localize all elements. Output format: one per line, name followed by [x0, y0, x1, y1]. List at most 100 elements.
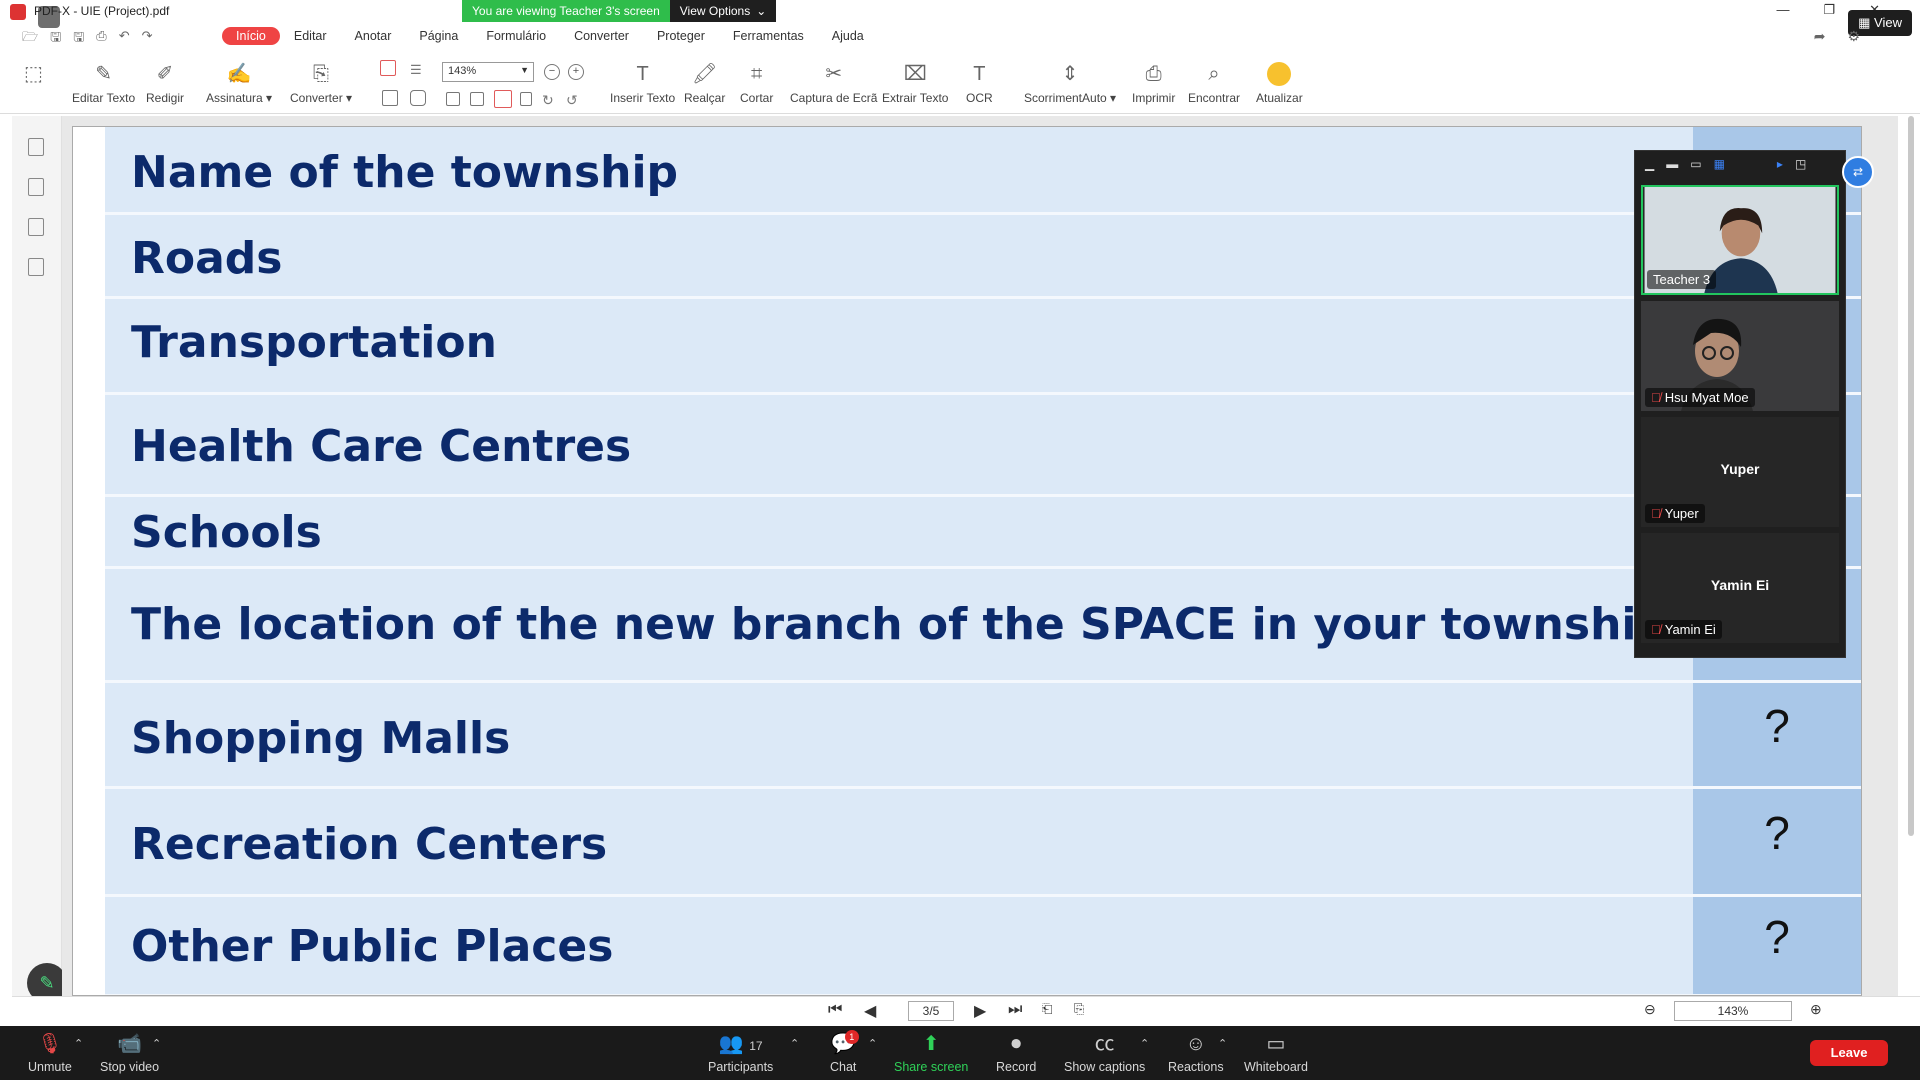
editar-texto-button[interactable]: ✎ Editar Texto	[72, 60, 135, 105]
redo-icon[interactable]: ↷	[142, 28, 153, 50]
print-icon[interactable]: ⎙	[96, 28, 106, 50]
captions-options-caret[interactable]: ⌃	[1140, 1032, 1149, 1056]
page-number-input[interactable]: 3/5	[908, 1001, 954, 1021]
zoom-in-icon[interactable]: ⊕	[1810, 1001, 1822, 1018]
menu-proteger[interactable]: Proteger	[643, 27, 719, 45]
menu-ajuda[interactable]: Ajuda	[818, 27, 878, 45]
atualizar-label: Atualizar	[1256, 91, 1303, 105]
share-screen-button[interactable]: ⬆ Share screen	[894, 1032, 968, 1074]
rotate-left-icon[interactable]: ↺	[566, 92, 582, 108]
fit-visible-icon[interactable]	[520, 92, 532, 106]
participants-options-caret[interactable]: ⌃	[790, 1032, 799, 1056]
bookmarks-icon[interactable]	[28, 138, 44, 156]
minimize-panel-icon[interactable]: ▁	[1645, 157, 1654, 171]
cortar-button[interactable]: ⌗ Cortar	[740, 60, 773, 105]
redigir-button[interactable]: ✐ Redigir	[146, 60, 184, 105]
two-page-icon[interactable]	[382, 90, 398, 106]
save-as-icon[interactable]: 🖫	[73, 28, 84, 50]
view-options-button[interactable]: View Options ⌄	[669, 0, 777, 22]
last-page-icon[interactable]: ⏭	[1008, 1001, 1022, 1019]
menu-inicio[interactable]: Início	[222, 27, 280, 45]
menu-converter[interactable]: Converter	[560, 27, 643, 45]
single-page-icon[interactable]	[380, 60, 396, 76]
ocr-button[interactable]: T OCR	[966, 60, 993, 105]
translate-icon[interactable]: ⇄	[1842, 156, 1874, 188]
redigir-label: Redigir	[146, 91, 185, 105]
inserir-texto-button[interactable]: T Inserir Texto	[610, 60, 675, 105]
record-button[interactable]: ⏺ Record	[996, 1032, 1036, 1074]
imprimir-button[interactable]: ⎙ Imprimir	[1132, 60, 1175, 105]
continuous-icon[interactable]: ☰	[410, 62, 426, 78]
unmute-button[interactable]: 🎙 Unmute	[28, 1032, 72, 1074]
atualizar-button[interactable]: Atualizar	[1256, 60, 1303, 105]
meeting-controls-bar: 🎙 Unmute ⌃ 📹 Stop video ⌃ 👥 17 Participants…	[0, 1026, 1920, 1080]
participant-tile[interactable]: Yuper 🎙̸ Yuper	[1641, 417, 1839, 527]
audio-options-caret[interactable]: ⌃	[74, 1032, 83, 1056]
whiteboard-button[interactable]: ▭ Whiteboard	[1244, 1032, 1308, 1074]
select-tool[interactable]: ⬚	[24, 60, 43, 88]
ribbon-right-icons: ➦ ⚙	[1814, 28, 1860, 45]
menu-editar[interactable]: Editar	[280, 27, 341, 45]
document-viewport: Name of the township Roads Transportatio…	[62, 116, 1898, 996]
participant-tile[interactable]: 🎙̸ Hsu Myat Moe	[1641, 301, 1839, 411]
next-view-icon[interactable]: ⎘	[1074, 1001, 1084, 1017]
converter-button[interactable]: ⎘ Converter ▾	[290, 60, 352, 105]
share-icon[interactable]: ➦	[1814, 28, 1826, 45]
menu-pagina[interactable]: Página	[405, 27, 472, 45]
participants-count: 17	[749, 1039, 763, 1053]
chat-button[interactable]: 💬 1 Chat	[830, 1030, 859, 1074]
next-page-icon[interactable]: ▶	[974, 1001, 986, 1021]
captura-button[interactable]: ✂ Captura de Ecrã	[790, 60, 877, 105]
signatures-icon[interactable]	[28, 258, 44, 276]
realcar-label: Realçar	[684, 91, 726, 105]
actual-size-icon[interactable]	[494, 90, 512, 108]
thumbnails-icon[interactable]	[28, 178, 44, 196]
next-page-icon[interactable]: ▸	[1777, 157, 1783, 171]
video-camera-icon: 📹	[117, 1033, 142, 1055]
page-settings-icon[interactable]	[410, 90, 426, 106]
fit-width-icon[interactable]	[470, 92, 484, 106]
rotate-right-icon[interactable]: ↻	[542, 92, 558, 108]
extrair-texto-button[interactable]: ⌧ Extrair Texto	[882, 60, 948, 105]
zoom-select[interactable]: 143% ▼	[442, 62, 534, 82]
stop-video-button[interactable]: 📹 Stop video	[100, 1032, 159, 1074]
prev-page-icon[interactable]: ◀	[864, 1001, 876, 1021]
realcar-button[interactable]: 🖍 Realçar	[684, 60, 725, 105]
menu-anotar[interactable]: Anotar	[341, 27, 406, 45]
zoom-in-icon[interactable]: +	[568, 64, 584, 80]
reactions-options-caret[interactable]: ⌃	[1218, 1032, 1227, 1056]
show-captions-button[interactable]: ㏄ Show captions	[1064, 1032, 1145, 1074]
zoom-level-input[interactable]: 143%	[1674, 1001, 1792, 1021]
chat-options-caret[interactable]: ⌃	[868, 1032, 877, 1056]
zoom-out-icon[interactable]: −	[544, 64, 560, 80]
assinatura-button[interactable]: ✍ Assinatura ▾	[206, 60, 272, 105]
zoom-out-icon[interactable]: ⊖	[1644, 1001, 1656, 1018]
participants-button[interactable]: 👥 17 Participants	[708, 1032, 773, 1074]
undo-icon[interactable]: ↶	[119, 28, 130, 50]
prev-view-icon[interactable]: ⎗	[1042, 1001, 1052, 1017]
minimize-button[interactable]: —	[1776, 2, 1789, 18]
single-view-icon[interactable]: ▭	[1690, 157, 1701, 171]
reactions-button[interactable]: ☺ Reactions	[1168, 1032, 1224, 1074]
menu-formulario[interactable]: Formulário	[472, 27, 560, 45]
popout-icon[interactable]: ◳	[1795, 157, 1806, 171]
leave-button[interactable]: Leave	[1810, 1040, 1888, 1066]
comments-icon[interactable]	[28, 218, 44, 236]
save-icon[interactable]: 🖫	[50, 28, 61, 50]
settings-icon[interactable]: ⚙	[1847, 28, 1860, 45]
grid-view-icon[interactable]: ▦	[1714, 157, 1725, 171]
chat-icon: 💬 1	[831, 1030, 859, 1056]
menu-ferramentas[interactable]: Ferramentas	[719, 27, 818, 45]
hide-video-icon[interactable]: ▬	[1666, 157, 1678, 171]
first-page-icon[interactable]: ⏮	[828, 1001, 842, 1019]
restore-button[interactable]: ❐	[1823, 2, 1835, 18]
participant-tile[interactable]: Teacher 3	[1641, 185, 1839, 295]
row-label: Transportation	[131, 317, 497, 368]
fit-page-icon[interactable]	[446, 92, 460, 106]
open-icon[interactable]: 🗁	[22, 28, 38, 50]
encontrar-button[interactable]: ⌕ Encontrar	[1188, 60, 1240, 105]
participant-tile[interactable]: Yamin Ei 🎙̸ Yamin Ei	[1641, 533, 1839, 643]
vertical-scrollbar[interactable]	[1908, 116, 1914, 836]
scroll-auto-button[interactable]: ⇕ ScorrimentAuto ▾	[1024, 60, 1116, 105]
video-options-caret[interactable]: ⌃	[152, 1032, 161, 1056]
